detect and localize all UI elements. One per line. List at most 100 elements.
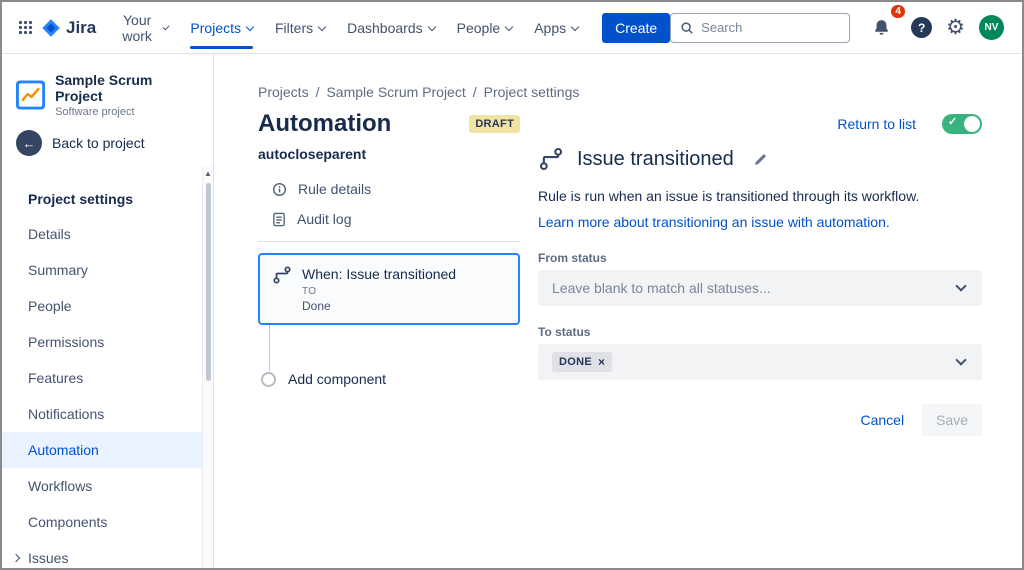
chevron-down-icon [318, 22, 326, 30]
sidebar-item-people[interactable]: People [2, 288, 213, 324]
nav-people[interactable]: People [447, 14, 523, 42]
page-header-actions: Return to list ✓ [837, 114, 982, 134]
chevron-down-icon [505, 22, 513, 30]
sidebar-item-details[interactable]: Details [2, 216, 213, 252]
from-status-label: From status [538, 251, 982, 265]
scrollbar-thumb[interactable] [206, 183, 211, 381]
add-component-label: Add component [288, 371, 386, 387]
jira-logo-text: Jira [66, 18, 96, 38]
project-name: Sample Scrum Project [55, 72, 199, 104]
chevron-down-icon [955, 354, 966, 365]
search-input[interactable] [701, 20, 840, 35]
back-to-project[interactable]: ← Back to project [2, 130, 213, 156]
rule-panel: autocloseparent Rule details Audit log [258, 146, 520, 436]
sidebar-item-components[interactable]: Components [2, 504, 213, 540]
status-badge: DRAFT [469, 115, 520, 133]
chevron-down-icon [163, 23, 170, 30]
audit-log-icon [272, 212, 286, 227]
check-icon: ✓ [948, 117, 957, 128]
nav-filters-label: Filters [275, 20, 313, 36]
trigger-card-to-label: TO [302, 286, 456, 297]
nav-filters[interactable]: Filters [265, 14, 335, 42]
trigger-card-to-value: Done [302, 299, 456, 313]
sidebar-item-label: Automation [28, 442, 99, 458]
to-status-select[interactable]: DONE × [538, 344, 982, 380]
editor-actions: Cancel Save [538, 404, 982, 436]
sidebar-item-label: Features [28, 370, 83, 386]
trigger-title: Issue transitioned [577, 148, 734, 171]
scroll-up-icon[interactable]: ▲ [204, 170, 212, 178]
breadcrumb-project-settings[interactable]: Project settings [484, 84, 580, 100]
sidebar-item-label: Permissions [28, 334, 104, 350]
from-status-select[interactable]: Leave blank to match all statuses... [538, 270, 982, 306]
trigger-editor-panel: Issue transitioned Rule is run when an i… [538, 146, 982, 436]
trigger-component-card[interactable]: When: Issue transitioned TO Done [258, 253, 520, 325]
sidebar-item-label: Issues [28, 550, 68, 566]
app-switcher-button[interactable] [12, 14, 39, 41]
back-to-project-label: Back to project [52, 135, 145, 151]
from-status-placeholder: Leave blank to match all statuses... [552, 280, 957, 296]
main-content: Projects / Sample Scrum Project / Projec… [214, 54, 1022, 568]
grid-icon [18, 20, 33, 35]
audit-log-link[interactable]: Audit log [258, 204, 520, 234]
user-avatar[interactable]: NV [979, 15, 1004, 40]
sidebar-item-workflows[interactable]: Workflows [2, 468, 213, 504]
sidebar-item-summary[interactable]: Summary [2, 252, 213, 288]
project-type: Software project [55, 106, 199, 118]
nav-your-work[interactable]: Your work [106, 6, 178, 50]
save-button[interactable]: Save [922, 404, 982, 436]
sidebar-item-features[interactable]: Features [2, 360, 213, 396]
breadcrumb-separator: / [316, 84, 320, 100]
breadcrumb-project[interactable]: Sample Scrum Project [326, 84, 465, 100]
nav-apps-label: Apps [534, 20, 566, 36]
sidebar-item-notifications[interactable]: Notifications [2, 396, 213, 432]
sidebar-item-issues[interactable]: Issues [2, 540, 213, 570]
sidebar-scrollbar[interactable]: ▲ [202, 166, 213, 568]
nav-your-work-label: Your work [116, 12, 158, 44]
notifications-button[interactable]: 4 [866, 12, 897, 43]
help-button[interactable]: ? [911, 17, 932, 38]
chevron-down-icon [246, 22, 254, 30]
primary-nav: Your work Projects Filters Dashboards Pe… [106, 6, 588, 50]
jira-logo-icon [41, 18, 61, 38]
breadcrumb-projects[interactable]: Projects [258, 84, 309, 100]
trigger-card-title: When: Issue transitioned [302, 265, 456, 283]
chevron-down-icon [427, 22, 435, 30]
sidebar-menu: Project settings Details Summary People … [2, 182, 213, 570]
sidebar-item-label: Details [28, 226, 71, 242]
return-to-list-link[interactable]: Return to list [837, 116, 916, 132]
issue-transitioned-icon [272, 265, 292, 285]
rule-nav: Rule details Audit log [258, 174, 520, 234]
cancel-button[interactable]: Cancel [850, 405, 914, 435]
rule-details-link[interactable]: Rule details [258, 174, 520, 204]
rule-enabled-toggle[interactable]: ✓ [942, 114, 982, 134]
nav-dashboards[interactable]: Dashboards [337, 14, 445, 42]
nav-projects[interactable]: Projects [180, 14, 263, 42]
edit-pencil-icon[interactable] [754, 152, 768, 166]
search-box[interactable] [670, 13, 850, 43]
settings-gear-icon[interactable]: ⚙ [946, 17, 965, 38]
remove-status-icon[interactable]: × [598, 356, 605, 368]
nav-apps[interactable]: Apps [524, 14, 588, 42]
notification-count-badge: 4 [889, 3, 907, 20]
info-icon [272, 182, 287, 197]
sidebar-item-label: Workflows [28, 478, 92, 494]
toggle-knob [964, 116, 980, 132]
add-component-button[interactable]: Add component [258, 371, 520, 387]
jira-logo[interactable]: Jira [41, 18, 96, 38]
chevron-right-icon [12, 554, 20, 562]
sidebar-item-automation[interactable]: Automation [2, 432, 213, 468]
issue-transitioned-icon [538, 146, 564, 172]
search-icon [680, 21, 694, 35]
topnav-icons: 4 ? ⚙ NV [866, 12, 1004, 43]
nav-people-label: People [457, 20, 501, 36]
project-avatar-icon [16, 80, 45, 110]
breadcrumb-separator: / [473, 84, 477, 100]
project-header-text: Sample Scrum Project Software project [55, 72, 199, 118]
sidebar-item-permissions[interactable]: Permissions [2, 324, 213, 360]
page-title: Automation [258, 110, 391, 138]
create-button[interactable]: Create [602, 13, 670, 43]
status-chip-done[interactable]: DONE × [552, 352, 612, 372]
sidebar-item-label: People [28, 298, 72, 314]
learn-more-link[interactable]: Learn more about transitioning an issue … [538, 214, 890, 230]
